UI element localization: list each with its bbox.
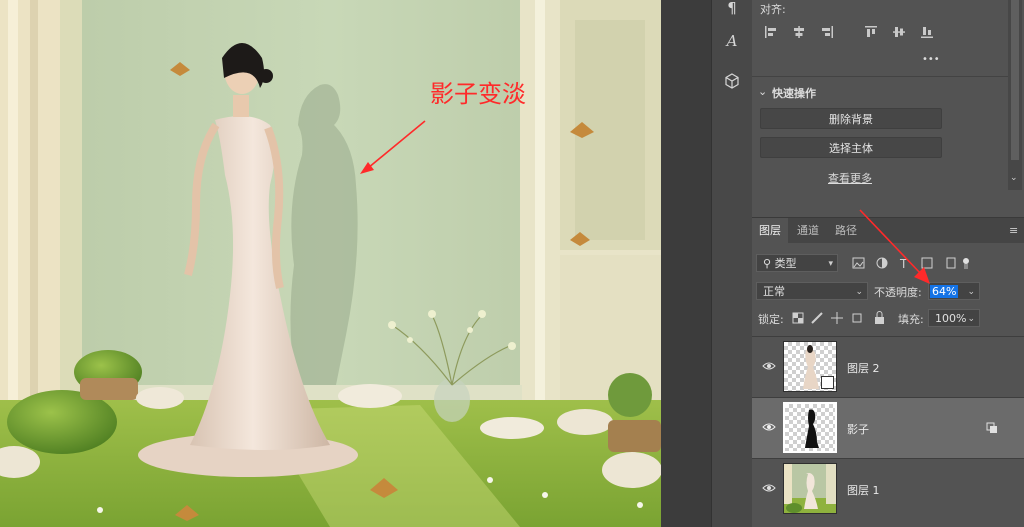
annotation-arrow <box>859 209 930 284</box>
blend-mode-value: 正常 <box>763 285 785 298</box>
collapse-chevron-icon[interactable]: ⌄ <box>758 85 767 98</box>
tab-channels[interactable]: 通道 <box>790 218 826 243</box>
layer-name[interactable]: 图层 1 <box>847 482 880 498</box>
align-left-icon[interactable] <box>764 25 778 39</box>
visibility-eye-icon[interactable] <box>762 422 776 432</box>
character-icon[interactable]: A <box>718 27 746 55</box>
properties-scrollbar[interactable]: ⌄ <box>1008 0 1022 190</box>
align-bottom-icon[interactable] <box>920 25 934 39</box>
canvas-image <box>0 0 661 527</box>
3d-cube-icon[interactable] <box>718 67 746 95</box>
document-canvas[interactable]: 影子变淡 <box>0 0 661 527</box>
layer-row-layer-2[interactable]: 图层 2 <box>752 336 1024 397</box>
panel-menu-icon[interactable]: ≡ <box>1002 218 1024 243</box>
lock-all-icon[interactable] <box>875 311 884 325</box>
select-subject-button[interactable]: 选择主体 <box>760 137 942 158</box>
panel-icon-strip: ¶ A <box>711 0 753 527</box>
clipping-mask-icon <box>986 422 997 433</box>
layer-thumbnail <box>783 463 837 514</box>
see-more-link[interactable]: 查看更多 <box>828 170 872 186</box>
paragraph-icon[interactable]: ¶ <box>718 0 746 22</box>
lock-transparent-icon[interactable] <box>792 312 804 324</box>
layer-row-shadow[interactable]: 影子 <box>752 397 1024 458</box>
smart-object-filter-icon[interactable] <box>946 257 956 269</box>
search-icon: ⚲ <box>763 257 775 270</box>
lock-label: 锁定: <box>758 313 784 326</box>
fill-value: 100% <box>935 312 967 325</box>
lock-pixels-icon[interactable] <box>811 312 823 324</box>
workspace-gap <box>661 0 711 527</box>
fill-label: 填充: <box>898 313 924 326</box>
more-options[interactable]: ••• <box>922 54 940 65</box>
layer-name[interactable]: 图层 2 <box>847 360 880 376</box>
remove-background-button[interactable]: 删除背景 <box>760 108 942 129</box>
layer-name[interactable]: 影子 <box>847 421 869 437</box>
filter-kind-value: 类型 <box>774 257 797 270</box>
filter-toggle-icon[interactable] <box>963 258 969 269</box>
align-label: 对齐: <box>760 3 786 16</box>
align-right-icon[interactable] <box>820 25 834 39</box>
fill-input[interactable]: 100% ⌄ <box>928 309 980 327</box>
annotation-text: 影子变淡 <box>430 80 526 108</box>
visibility-eye-icon[interactable] <box>762 361 776 371</box>
layer-filter-select[interactable]: ⚲ 类型 ▾ <box>756 254 838 272</box>
layer-thumbnail <box>783 341 837 392</box>
layer-row-layer-1[interactable]: 图层 1 <box>752 458 1024 519</box>
lock-position-icon[interactable] <box>831 312 843 324</box>
tab-layers[interactable]: 图层 <box>752 218 788 243</box>
layer-thumbnail <box>783 402 837 453</box>
align-top-icon[interactable] <box>864 25 878 39</box>
lock-artboard-icon[interactable] <box>852 313 862 323</box>
lock-icons <box>792 311 884 325</box>
smart-object-badge-icon <box>821 376 834 389</box>
align-middle-v-icon[interactable] <box>892 25 906 39</box>
quick-actions-title: 快速操作 <box>772 87 816 100</box>
divider <box>752 76 1008 77</box>
visibility-eye-icon[interactable] <box>762 483 776 493</box>
align-center-h-icon[interactable] <box>792 25 806 39</box>
